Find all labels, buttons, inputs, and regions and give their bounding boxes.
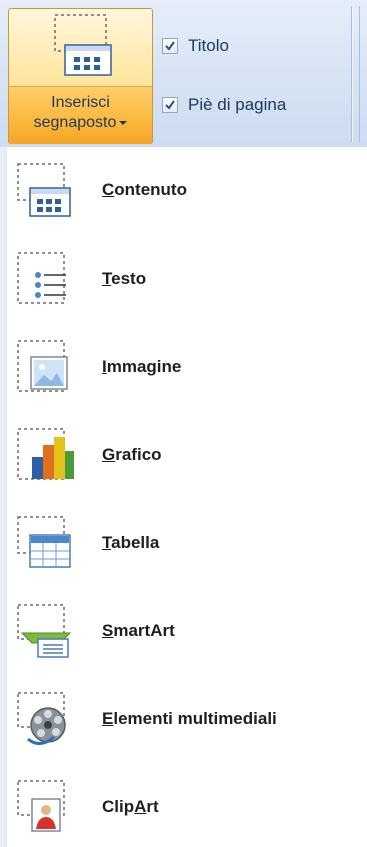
checkmark-icon (165, 41, 175, 51)
checkbox-box[interactable] (162, 38, 178, 54)
menu-gutter (0, 147, 7, 847)
menu-item-table[interactable]: Tabella (14, 503, 359, 583)
menu-item-picture[interactable]: Immagine (14, 327, 359, 407)
ribbon-group-master-layout: Inserisci segnaposto Titolo Piè di pagin… (0, 0, 367, 147)
checkbox-box[interactable] (162, 97, 178, 113)
footer-checkbox[interactable]: Piè di pagina (162, 92, 286, 118)
insert-placeholder-button-top[interactable] (9, 9, 152, 85)
menu-item-label: Tabella (102, 533, 160, 552)
menu-item-label: ClipArt (102, 797, 159, 816)
content-placeholder-icon (54, 14, 112, 76)
menu-item-label: Contenuto (102, 180, 187, 199)
checkmark-icon (165, 100, 175, 110)
insert-placeholder-label-line1: Inserisci (51, 94, 110, 111)
group-separator-highlight (352, 6, 353, 142)
text-placeholder-icon (17, 252, 66, 304)
menu-item-label: Elementi multimediali (102, 709, 277, 728)
menu-item-clipart[interactable]: ClipArt (14, 767, 359, 847)
menu-item-label: Grafico (102, 445, 162, 464)
menu-item-media[interactable]: Elementi multimediali (14, 679, 359, 759)
insert-placeholder-dropdown-button[interactable]: Inserisci segnaposto (9, 86, 152, 144)
table-placeholder-icon (17, 516, 71, 568)
group-separator (359, 6, 360, 142)
insert-placeholder-label-line2: segnaposto (9, 113, 152, 133)
footer-checkbox-label: Piè di pagina (188, 95, 287, 114)
menu-item-label: SmartArt (102, 621, 175, 640)
menu-item-text[interactable]: Testo (14, 239, 359, 319)
menu-item-smartart[interactable]: SmartArt (14, 591, 359, 671)
title-checkbox-label: Titolo (188, 36, 229, 55)
media-placeholder-icon (17, 692, 66, 745)
menu-item-chart[interactable]: Grafico (14, 415, 359, 495)
clipart-placeholder-icon (17, 780, 65, 832)
chart-placeholder-icon (17, 428, 74, 480)
menu-item-label: Testo (102, 269, 147, 288)
title-checkbox[interactable]: Titolo (162, 33, 229, 59)
content-placeholder-icon (17, 163, 71, 217)
menu-item-content[interactable]: Contenuto (14, 150, 359, 230)
picture-placeholder-icon (17, 340, 68, 392)
smartart-placeholder-icon (17, 604, 72, 658)
insert-placeholder-menu: Contenuto Testo Immagine Grafico Tabella… (0, 147, 367, 847)
menu-item-label: Immagine (102, 357, 182, 376)
chevron-down-icon (119, 120, 128, 125)
insert-placeholder-split-button[interactable]: Inserisci segnaposto (8, 8, 153, 144)
